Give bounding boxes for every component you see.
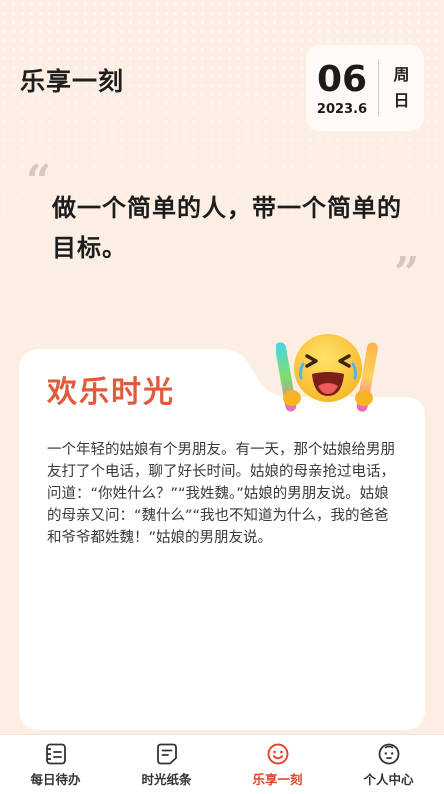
tab-daily-todo[interactable]: 每日待办	[0, 735, 111, 794]
tab-profile[interactable]: 个人中心	[333, 735, 444, 794]
tab-label: 时光纸条	[141, 771, 192, 787]
date-year-month: 2023.6	[316, 101, 368, 117]
note-icon	[156, 743, 177, 764]
weekday-char-2: 日	[393, 91, 410, 110]
quote-close-mark: ”	[394, 248, 420, 299]
date-card: 06 2023.6 周 日	[306, 45, 424, 131]
tab-fun-moment[interactable]: 乐享一刻	[222, 735, 333, 794]
laughing-emoji-icon	[276, 334, 378, 412]
date-left: 06 2023.6	[306, 58, 378, 117]
page-title: 乐享一刻	[20, 67, 125, 96]
tab-time-notes[interactable]: 时光纸条	[111, 735, 222, 794]
card-title: 欢乐时光	[47, 375, 175, 410]
profile-face-icon	[378, 743, 399, 764]
tab-label: 个人中心	[363, 771, 414, 787]
todo-list-icon	[45, 743, 66, 764]
weekday-char-1: 周	[393, 65, 410, 84]
card-body-text: 一个年轻的姑娘有个男朋友。有一天，那个姑娘给男朋友打了个电话，聊了好长时间。姑娘…	[47, 442, 395, 546]
date-day: 06	[316, 58, 368, 100]
tab-label: 每日待办	[30, 771, 81, 787]
smile-icon	[267, 743, 288, 764]
quote-text: 做一个简单的人，带一个简单的目标。	[52, 194, 402, 262]
tab-label: 乐享一刻	[252, 771, 303, 787]
quote-open-mark: “	[26, 156, 52, 207]
date-weekday: 周 日	[379, 62, 424, 114]
bottom-tab-bar: 每日待办 时光纸条 乐享一刻 个人中心	[0, 734, 444, 794]
